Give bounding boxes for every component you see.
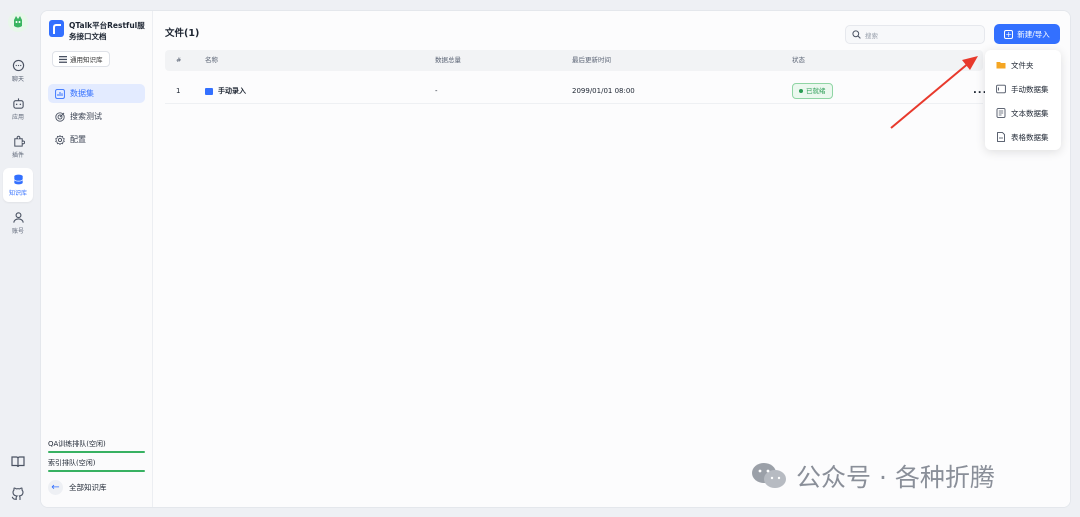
- rail-item-plugins[interactable]: 插件: [3, 130, 33, 164]
- qa-queue-status: QA训练排队(空闲): [48, 439, 145, 453]
- queue-label: 索引排队(空闲): [48, 459, 96, 467]
- row-name-cell[interactable]: 手动录入: [205, 78, 246, 104]
- row-name: 手动录入: [218, 87, 246, 95]
- github-icon[interactable]: [10, 486, 26, 502]
- kb-avatar-icon: [49, 20, 64, 37]
- watermark: 公众号 · 各种折腾: [750, 458, 995, 494]
- search-placeholder: 搜索: [865, 31, 878, 40]
- status-badge: 已就绪: [792, 83, 833, 99]
- menu-label: 表格数据集: [1011, 132, 1049, 142]
- table-file-icon: [997, 132, 1005, 142]
- new-import-menu: 文件夹 手动数据集 文本数据集 表格数据集: [985, 50, 1061, 150]
- menu-item-manual-dataset[interactable]: 手动数据集: [985, 77, 1061, 101]
- wechat-icon: [752, 463, 786, 488]
- rail-label: 聊天: [11, 76, 24, 83]
- kb-type-label: 通用知识库: [70, 56, 103, 64]
- main-card: QTalk平台Restful服务接口文档 通用知识库 数据集 搜索测试 配置 Q…: [40, 10, 1071, 508]
- menu-label: 文本数据集: [1011, 108, 1049, 118]
- chat-icon: [12, 59, 24, 72]
- rail-label: 知识库: [8, 190, 27, 197]
- menu-label: 文件夹: [1011, 60, 1034, 70]
- menu-item-text-dataset[interactable]: 文本数据集: [985, 101, 1061, 125]
- database-icon: [13, 174, 23, 185]
- rail-item-chat[interactable]: 聊天: [3, 54, 33, 88]
- back-label: 全部知识库: [69, 483, 107, 492]
- row-index: 1: [176, 87, 181, 95]
- menu-label: 手动数据集: [1011, 84, 1049, 94]
- new-import-button[interactable]: + 新建/导入: [994, 24, 1060, 44]
- puzzle-icon: [13, 135, 25, 147]
- nav-dataset[interactable]: 数据集: [48, 84, 145, 103]
- menu-item-folder[interactable]: 文件夹: [985, 53, 1061, 77]
- manual-icon: [996, 84, 1006, 94]
- nav-search-test[interactable]: 搜索测试: [48, 107, 145, 126]
- row-total: -: [435, 87, 438, 95]
- nav-label: 搜索测试: [70, 112, 102, 121]
- app-rail: 聊天 应用 插件 知识库 账号: [0, 0, 36, 517]
- index-queue-status: 索引排队(空闲): [48, 458, 145, 472]
- menu-item-table-dataset[interactable]: 表格数据集: [985, 125, 1061, 149]
- page-title: 文件(1): [165, 28, 200, 39]
- row-updated: 2099/01/01 08:00: [572, 87, 635, 95]
- arrow-left-icon: ←: [48, 480, 63, 495]
- dataset-content: 文件(1) 搜索 + 新建/导入 # 名称 数据总量 最后更新时间 状态 1 手…: [153, 11, 1070, 507]
- col-updated: 最后更新时间: [572, 56, 611, 64]
- col-total: 数据总量: [435, 56, 461, 64]
- kb-header: QTalk平台Restful服务接口文档: [49, 20, 149, 42]
- search-icon: [852, 30, 861, 39]
- gear-icon: [55, 134, 65, 145]
- col-index: #: [176, 56, 182, 64]
- rail-label: 插件: [11, 152, 24, 159]
- logo-icon: [14, 16, 22, 28]
- nav-label: 配置: [70, 135, 86, 144]
- table-header: # 名称 数据总量 最后更新时间 状态: [165, 50, 983, 71]
- queue-progress-bar: [48, 470, 145, 472]
- kb-sidebar: QTalk平台Restful服务接口文档 通用知识库 数据集 搜索测试 配置 Q…: [41, 11, 153, 507]
- col-status: 状态: [792, 56, 805, 64]
- queue-label: QA训练排队(空闲): [48, 440, 106, 448]
- chart-icon: [55, 88, 65, 99]
- nav-config[interactable]: 配置: [48, 130, 145, 149]
- rail-item-apps[interactable]: 应用: [3, 92, 33, 126]
- kb-type-badge: 通用知识库: [52, 51, 110, 67]
- search-input[interactable]: 搜索: [845, 25, 985, 44]
- target-icon: [55, 111, 65, 122]
- status-label: 已就绪: [806, 87, 826, 95]
- rail-label: 应用: [11, 114, 24, 121]
- col-name: 名称: [205, 56, 218, 64]
- queue-progress-bar: [48, 451, 145, 453]
- plus-icon: +: [1004, 29, 1014, 39]
- rail-item-knowledge[interactable]: 知识库: [3, 168, 33, 202]
- user-icon: [12, 212, 24, 223]
- list-icon: [59, 55, 67, 63]
- robot-icon: [12, 98, 24, 109]
- rail-item-account[interactable]: 账号: [3, 206, 33, 240]
- app-logo[interactable]: [8, 12, 28, 32]
- text-doc-icon: [996, 108, 1006, 118]
- watermark-text: 公众号 · 各种折腾: [796, 463, 995, 492]
- back-to-all-kb[interactable]: ← 全部知识库: [48, 480, 107, 495]
- book-icon[interactable]: [10, 454, 26, 470]
- kb-name: QTalk平台Restful服务接口文档: [69, 21, 145, 41]
- new-import-label: 新建/导入: [1017, 29, 1050, 39]
- status-dot-icon: [799, 89, 803, 93]
- nav-label: 数据集: [70, 89, 94, 98]
- table-row[interactable]: 1 手动录入 - 2099/01/01 08:00 已就绪 ...: [165, 78, 986, 104]
- folder-icon: [996, 62, 1006, 69]
- rail-label: 账号: [11, 228, 24, 235]
- manual-dataset-icon: [205, 87, 213, 95]
